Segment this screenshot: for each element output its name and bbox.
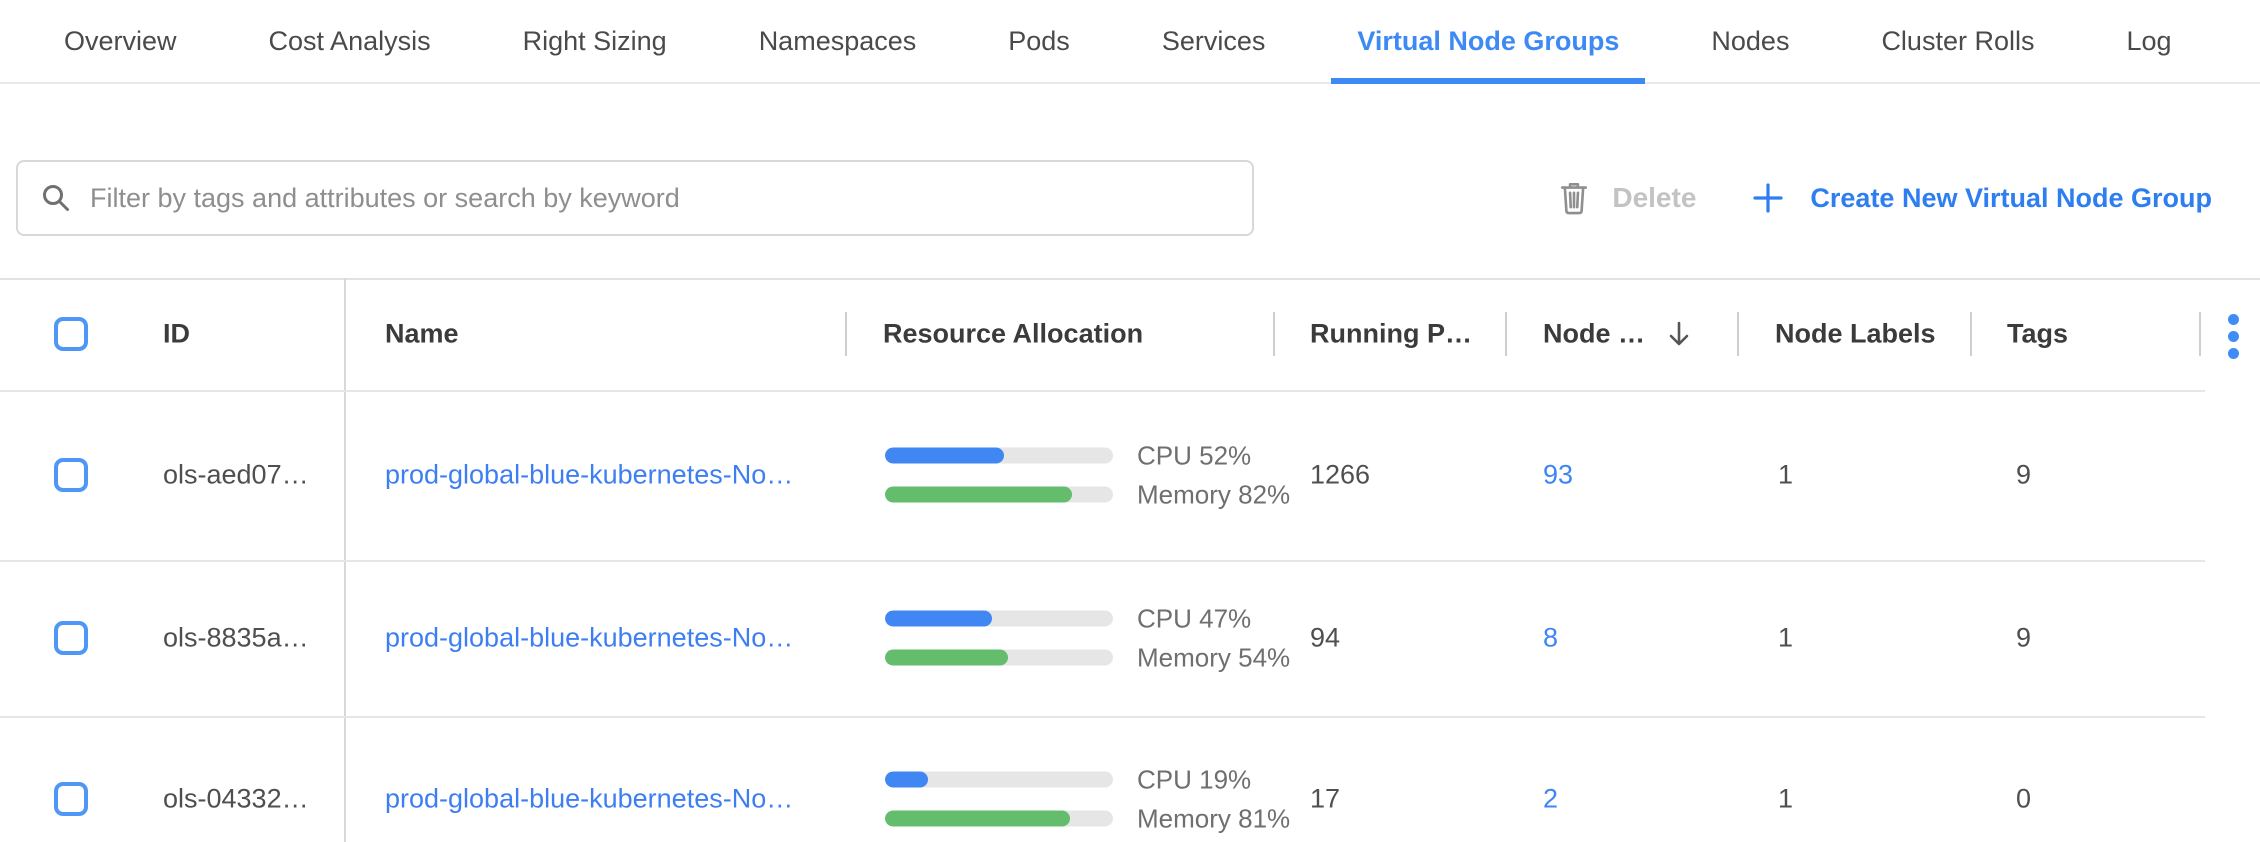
vng-id: ols-aed07…: [163, 460, 309, 491]
cpu-bar: [885, 448, 1113, 464]
column-divider: [2199, 312, 2201, 356]
cpu-bar: [885, 611, 1113, 627]
tab-virtual-node-groups[interactable]: Virtual Node Groups: [1357, 0, 1619, 82]
toolbar: Delete Create New Virtual Node Group: [0, 160, 2260, 236]
tab-nodes[interactable]: Nodes: [1711, 0, 1789, 82]
search-input[interactable]: [88, 182, 1230, 215]
cpu-bar: [885, 772, 1113, 788]
tab-cluster-rolls[interactable]: Cluster Rolls: [1881, 0, 2034, 82]
node-count-link[interactable]: 2: [1543, 784, 1558, 815]
vng-name-link[interactable]: prod-global-blue-kubernetes-No…: [385, 460, 793, 491]
select-all-checkbox[interactable]: [54, 317, 88, 351]
column-header-id[interactable]: ID: [163, 319, 190, 350]
cpu-label: CPU 52%: [1137, 440, 1251, 471]
resource-allocation-cell: CPU 52% Memory 82%: [885, 441, 1290, 510]
running-pods-count: 17: [1310, 784, 1340, 815]
memory-bar: [885, 487, 1113, 503]
node-labels-count: 1: [1778, 460, 1793, 491]
virtual-node-groups-table: ID Name Resource Allocation Running P… N…: [0, 278, 2260, 842]
vng-id: ols-04332…: [163, 784, 309, 815]
sort-descending-icon[interactable]: [1664, 319, 1694, 349]
vng-name-link[interactable]: prod-global-blue-kubernetes-No…: [385, 784, 793, 815]
tags-count: 0: [2016, 784, 2031, 815]
node-labels-count: 1: [1778, 784, 1793, 815]
table-row: ols-04332… prod-global-blue-kubernetes-N…: [0, 716, 2205, 842]
running-pods-count: 1266: [1310, 460, 1370, 491]
tab-cost-analysis[interactable]: Cost Analysis: [269, 0, 431, 82]
tab-bar: Overview Cost Analysis Right Sizing Name…: [0, 0, 2260, 84]
row-checkbox[interactable]: [54, 782, 88, 816]
memory-bar: [885, 811, 1113, 827]
filter-search-box[interactable]: [16, 160, 1254, 236]
tab-services[interactable]: Services: [1162, 0, 1266, 82]
vng-name-link[interactable]: prod-global-blue-kubernetes-No…: [385, 623, 793, 654]
tab-right-sizing[interactable]: Right Sizing: [523, 0, 667, 82]
create-button-label: Create New Virtual Node Group: [1810, 183, 2212, 214]
running-pods-count: 94: [1310, 623, 1340, 654]
column-divider: [1737, 312, 1739, 356]
cpu-label: CPU 47%: [1137, 603, 1251, 634]
tab-pods[interactable]: Pods: [1008, 0, 1070, 82]
tab-namespaces[interactable]: Namespaces: [759, 0, 917, 82]
memory-label: Memory 54%: [1137, 642, 1290, 673]
tab-log[interactable]: Log: [2126, 0, 2171, 82]
column-header-nodes[interactable]: Node …: [1543, 319, 1645, 350]
create-virtual-node-group-button[interactable]: Create New Virtual Node Group: [1752, 182, 2212, 214]
tags-count: 9: [2016, 460, 2031, 491]
column-divider: [845, 312, 847, 356]
memory-label: Memory 82%: [1137, 479, 1290, 510]
resource-allocation-cell: CPU 19% Memory 81%: [885, 765, 1290, 834]
memory-label: Memory 81%: [1137, 803, 1290, 834]
node-count-link[interactable]: 8: [1543, 623, 1558, 654]
table-row: ols-aed07… prod-global-blue-kubernetes-N…: [0, 390, 2205, 560]
column-divider: [1505, 312, 1507, 356]
column-settings-kebab-icon[interactable]: [2226, 312, 2241, 361]
row-checkbox[interactable]: [54, 621, 88, 655]
plus-icon: [1752, 182, 1784, 214]
column-header-running-pods[interactable]: Running P…: [1310, 319, 1472, 350]
column-header-name[interactable]: Name: [385, 319, 459, 350]
delete-button[interactable]: Delete: [1558, 181, 1696, 215]
delete-button-label: Delete: [1612, 182, 1696, 214]
column-header-resource-allocation[interactable]: Resource Allocation: [883, 319, 1143, 350]
memory-bar: [885, 650, 1113, 666]
resource-allocation-cell: CPU 47% Memory 54%: [885, 604, 1290, 673]
row-checkbox[interactable]: [54, 458, 88, 492]
column-divider: [1273, 312, 1275, 356]
search-icon: [40, 182, 72, 214]
toolbar-actions: Delete Create New Virtual Node Group: [1558, 160, 2212, 236]
column-header-node-labels[interactable]: Node Labels: [1775, 319, 1936, 350]
tags-count: 9: [2016, 623, 2031, 654]
node-labels-count: 1: [1778, 623, 1793, 654]
virtual-node-groups-page: Overview Cost Analysis Right Sizing Name…: [0, 0, 2260, 842]
tab-overview[interactable]: Overview: [64, 0, 177, 82]
column-divider: [1970, 312, 1972, 356]
cpu-label: CPU 19%: [1137, 764, 1251, 795]
trash-icon: [1558, 181, 1590, 215]
table-header-row: ID Name Resource Allocation Running P… N…: [0, 278, 2260, 390]
column-header-tags[interactable]: Tags: [2007, 319, 2068, 350]
node-count-link[interactable]: 93: [1543, 460, 1573, 491]
vng-id: ols-8835a…: [163, 623, 309, 654]
table-row: ols-8835a… prod-global-blue-kubernetes-N…: [0, 560, 2205, 716]
